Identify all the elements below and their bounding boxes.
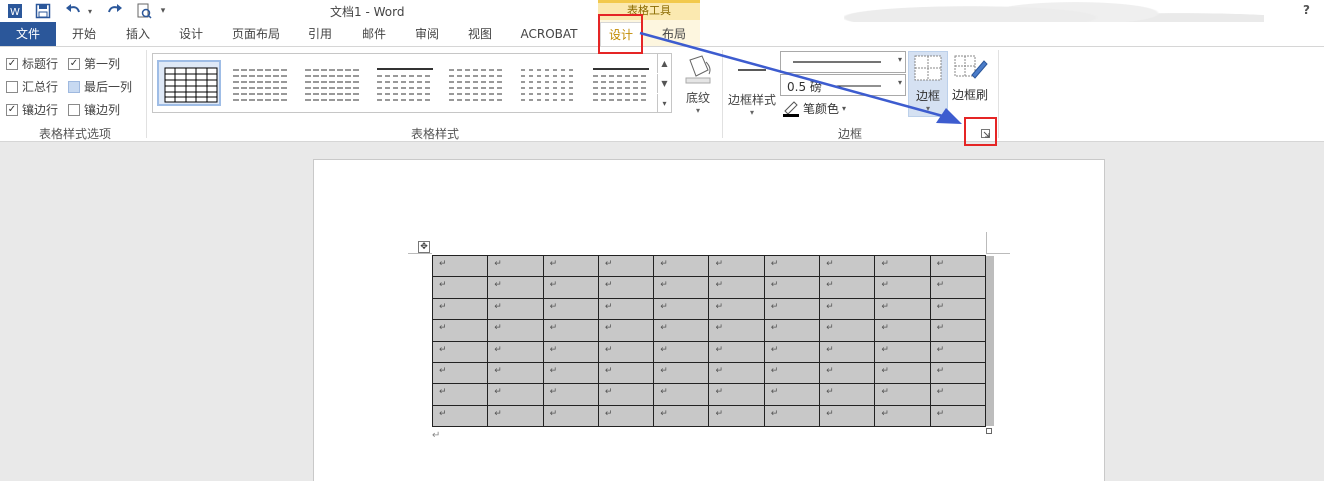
annotation-arrow — [639, 31, 962, 124]
